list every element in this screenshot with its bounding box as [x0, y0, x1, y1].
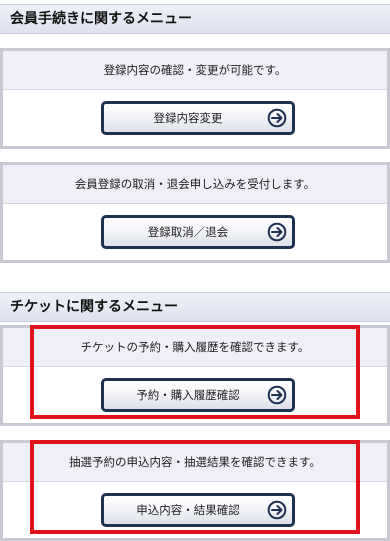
arrow-circle-right-icon — [267, 385, 287, 405]
purchase-history-button[interactable]: 予約・購入履歴確認 — [101, 378, 295, 412]
member-card-edit: 登録内容の確認・変更が可能です。 登録内容変更 — [0, 48, 390, 149]
lottery-result-button[interactable]: 申込内容・結果確認 — [101, 493, 295, 527]
ticket-card-lottery: 抽選予約の申込内容・抽選結果を確認できます。 申込内容・結果確認 — [0, 440, 390, 541]
card-description: 会員登録の取消・退会申し込みを受付します。 — [3, 165, 387, 204]
card-description: チケットの予約・購入履歴を確認できます。 — [3, 328, 387, 367]
member-card-withdraw: 会員登録の取消・退会申し込みを受付します。 登録取消／退会 — [0, 162, 390, 263]
card-description: 登録内容の確認・変更が可能です。 — [3, 51, 387, 90]
withdraw-membership-button[interactable]: 登録取消／退会 — [101, 215, 295, 249]
ticket-menu-title: チケットに関するメニュー — [10, 299, 178, 315]
button-label: 登録内容変更 — [153, 111, 223, 125]
arrow-circle-right-icon — [267, 500, 287, 520]
member-menu-header: 会員手続きに関するメニュー — [0, 4, 390, 34]
button-label: 申込内容・結果確認 — [136, 503, 240, 517]
ticket-menu-header: チケットに関するメニュー — [0, 292, 390, 322]
arrow-circle-right-icon — [267, 222, 287, 242]
ticket-card-history: チケットの予約・購入履歴を確認できます。 予約・購入履歴確認 — [0, 325, 390, 426]
arrow-circle-right-icon — [267, 108, 287, 128]
button-label: 予約・購入履歴確認 — [136, 388, 240, 402]
member-menu-title: 会員手続きに関するメニュー — [10, 11, 192, 27]
edit-registration-button[interactable]: 登録内容変更 — [101, 101, 295, 135]
card-description: 抽選予約の申込内容・抽選結果を確認できます。 — [3, 443, 387, 482]
button-label: 登録取消／退会 — [147, 225, 229, 239]
